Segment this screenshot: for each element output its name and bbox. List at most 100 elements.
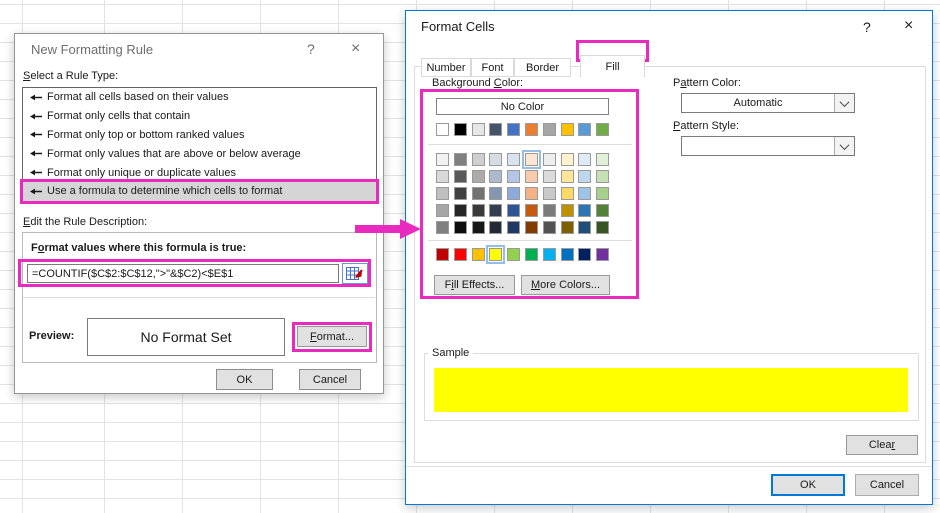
color-swatch[interactable] <box>436 187 449 200</box>
color-swatch[interactable] <box>578 153 591 166</box>
color-swatch[interactable] <box>596 248 609 261</box>
color-swatch[interactable] <box>578 170 591 183</box>
ok-button[interactable]: OK <box>771 474 845 496</box>
close-icon[interactable]: × <box>351 40 360 58</box>
tab-border[interactable]: Border <box>514 58 571 77</box>
help-icon[interactable]: ? <box>863 19 871 35</box>
format-button[interactable]: Format... <box>297 326 367 347</box>
color-swatch[interactable] <box>578 221 591 234</box>
palette-separator <box>428 240 632 241</box>
color-swatch[interactable] <box>525 123 538 136</box>
color-swatch[interactable] <box>578 248 591 261</box>
color-swatch[interactable] <box>578 204 591 217</box>
cancel-button[interactable]: Cancel <box>855 474 919 496</box>
color-swatch[interactable] <box>543 187 556 200</box>
rule-type-item[interactable]: Format only cells that contain <box>23 107 376 126</box>
color-swatch[interactable] <box>489 248 502 261</box>
color-swatch[interactable] <box>507 221 520 234</box>
chevron-down-icon[interactable] <box>834 94 854 112</box>
color-swatch[interactable] <box>543 170 556 183</box>
color-swatch[interactable] <box>596 187 609 200</box>
color-swatch[interactable] <box>543 221 556 234</box>
color-swatch[interactable] <box>436 221 449 234</box>
color-swatch[interactable] <box>454 248 467 261</box>
color-swatch[interactable] <box>561 204 574 217</box>
cancel-button[interactable]: Cancel <box>299 369 361 390</box>
color-swatch[interactable] <box>489 204 502 217</box>
color-swatch[interactable] <box>543 153 556 166</box>
color-swatch[interactable] <box>472 153 485 166</box>
color-swatch[interactable] <box>525 204 538 217</box>
color-swatch[interactable] <box>525 221 538 234</box>
color-swatch[interactable] <box>454 123 467 136</box>
color-swatch[interactable] <box>507 187 520 200</box>
rule-type-item[interactable]: Format only unique or duplicate values <box>23 163 376 182</box>
ok-button[interactable]: OK <box>216 369 273 390</box>
tab-number[interactable]: Number <box>421 58 471 77</box>
close-icon[interactable]: × <box>904 17 913 35</box>
color-swatch[interactable] <box>596 123 609 136</box>
no-color-button[interactable]: No Color <box>436 98 609 115</box>
color-swatch[interactable] <box>596 153 609 166</box>
chevron-down-icon[interactable] <box>834 137 854 155</box>
color-swatch[interactable] <box>436 123 449 136</box>
color-swatch[interactable] <box>525 187 538 200</box>
formula-input[interactable] <box>27 264 339 283</box>
color-swatch[interactable] <box>472 170 485 183</box>
color-swatch[interactable] <box>525 248 538 261</box>
color-swatch[interactable] <box>596 221 609 234</box>
color-swatch[interactable] <box>489 221 502 234</box>
color-swatch[interactable] <box>561 170 574 183</box>
color-swatch[interactable] <box>543 123 556 136</box>
rule-type-item[interactable]: Format only values that are above or bel… <box>23 144 376 163</box>
color-swatch[interactable] <box>472 204 485 217</box>
color-swatch[interactable] <box>543 204 556 217</box>
help-icon[interactable]: ? <box>307 41 315 57</box>
color-swatch[interactable] <box>489 187 502 200</box>
color-swatch[interactable] <box>578 123 591 136</box>
range-selector-button[interactable] <box>342 263 368 284</box>
color-swatch[interactable] <box>578 187 591 200</box>
more-colors-button[interactable]: More Colors... <box>521 275 610 295</box>
fill-effects-button[interactable]: Fill Effects... <box>434 275 515 295</box>
color-swatch[interactable] <box>596 204 609 217</box>
color-swatch[interactable] <box>454 187 467 200</box>
color-swatch[interactable] <box>454 153 467 166</box>
color-swatch[interactable] <box>436 204 449 217</box>
clear-button[interactable]: Clear <box>846 435 918 455</box>
tab-fill[interactable]: Fill <box>580 55 645 77</box>
color-swatch[interactable] <box>561 123 574 136</box>
color-swatch[interactable] <box>543 248 556 261</box>
color-swatch[interactable] <box>472 248 485 261</box>
rule-type-item[interactable]: Format all cells based on their values <box>23 88 376 107</box>
color-swatch[interactable] <box>525 170 538 183</box>
color-swatch[interactable] <box>507 204 520 217</box>
color-swatch[interactable] <box>561 248 574 261</box>
color-swatch[interactable] <box>436 248 449 261</box>
color-swatch[interactable] <box>561 187 574 200</box>
color-swatch[interactable] <box>454 170 467 183</box>
color-swatch[interactable] <box>561 153 574 166</box>
pattern-color-dropdown[interactable]: Automatic <box>681 93 855 113</box>
color-swatch[interactable] <box>472 187 485 200</box>
pattern-style-dropdown[interactable] <box>681 136 855 156</box>
color-swatch[interactable] <box>489 123 502 136</box>
color-swatch[interactable] <box>507 248 520 261</box>
color-swatch[interactable] <box>436 170 449 183</box>
color-swatch[interactable] <box>436 153 449 166</box>
color-swatch[interactable] <box>489 153 502 166</box>
color-swatch[interactable] <box>561 221 574 234</box>
rule-type-item[interactable]: Format only top or bottom ranked values <box>23 126 376 145</box>
color-swatch[interactable] <box>454 204 467 217</box>
color-swatch[interactable] <box>472 221 485 234</box>
color-swatch[interactable] <box>472 123 485 136</box>
color-swatch[interactable] <box>489 170 502 183</box>
tab-font[interactable]: Font <box>471 58 514 77</box>
rule-type-item[interactable]: Use a formula to determine which cells t… <box>23 182 376 201</box>
color-swatch[interactable] <box>525 153 538 166</box>
color-swatch[interactable] <box>454 221 467 234</box>
color-swatch[interactable] <box>507 153 520 166</box>
color-swatch[interactable] <box>596 170 609 183</box>
color-swatch[interactable] <box>507 170 520 183</box>
color-swatch[interactable] <box>507 123 520 136</box>
